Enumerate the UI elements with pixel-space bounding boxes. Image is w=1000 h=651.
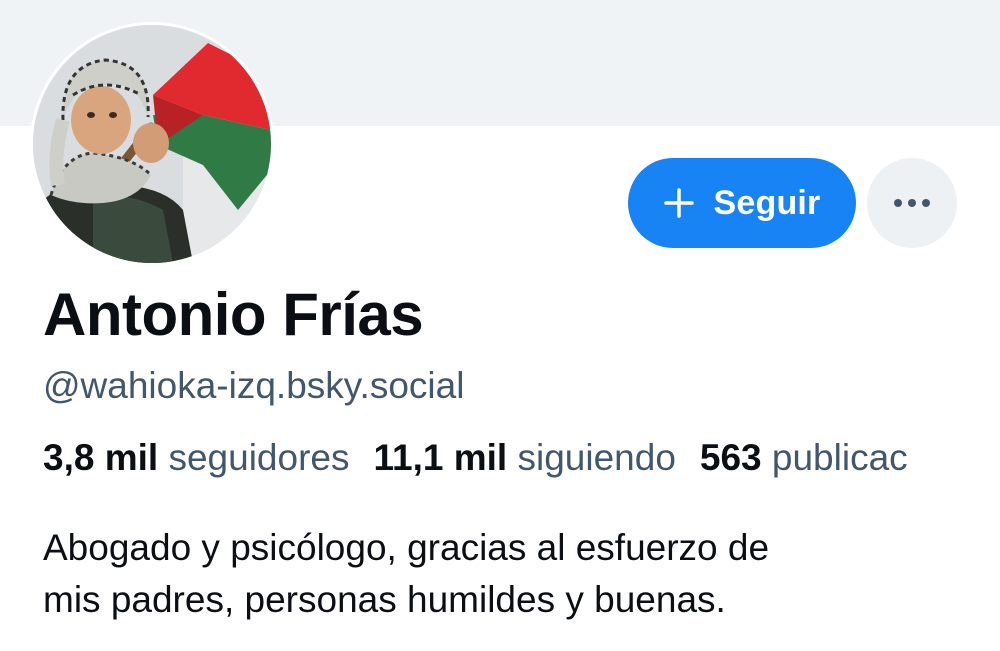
bio-line: mis padres, personas humildes y buenas.	[43, 579, 726, 620]
posts-count: 563	[699, 437, 762, 478]
followers-label: seguidores	[168, 437, 350, 478]
avatar-photo-icon	[33, 25, 271, 263]
profile-avatar[interactable]	[30, 22, 274, 266]
profile-handle: @wahioka-izq.bsky.social	[43, 365, 465, 406]
posts-label: publicac	[771, 437, 908, 478]
following-label: siguiendo	[517, 437, 676, 478]
more-options-button[interactable]	[867, 158, 957, 248]
profile-bio: Abogado y psicólogo, gracias al esfuerzo…	[43, 522, 923, 626]
profile-page: Seguir Antonio Frías @wahioka-izq.bsky.s…	[0, 0, 1000, 651]
follow-button-label: Seguir	[713, 183, 821, 222]
profile-stats: 3,8 mil seguidores 11,1 mil siguiendo 563 …	[43, 437, 908, 479]
display-name: Antonio Frías	[43, 281, 424, 348]
posts-stat: 563 publicac	[700, 437, 908, 478]
follow-button[interactable]: Seguir	[628, 158, 856, 248]
ellipsis-icon	[894, 199, 930, 207]
plus-icon	[664, 188, 695, 218]
bio-line: Abogado y psicólogo, gracias al esfuerzo…	[43, 527, 770, 568]
followers-link[interactable]: 3,8 mil seguidores	[43, 437, 349, 478]
following-link[interactable]: 11,1 mil siguiendo	[373, 437, 675, 478]
followers-count: 3,8 mil	[43, 437, 159, 478]
following-count: 11,1 mil	[373, 437, 508, 478]
